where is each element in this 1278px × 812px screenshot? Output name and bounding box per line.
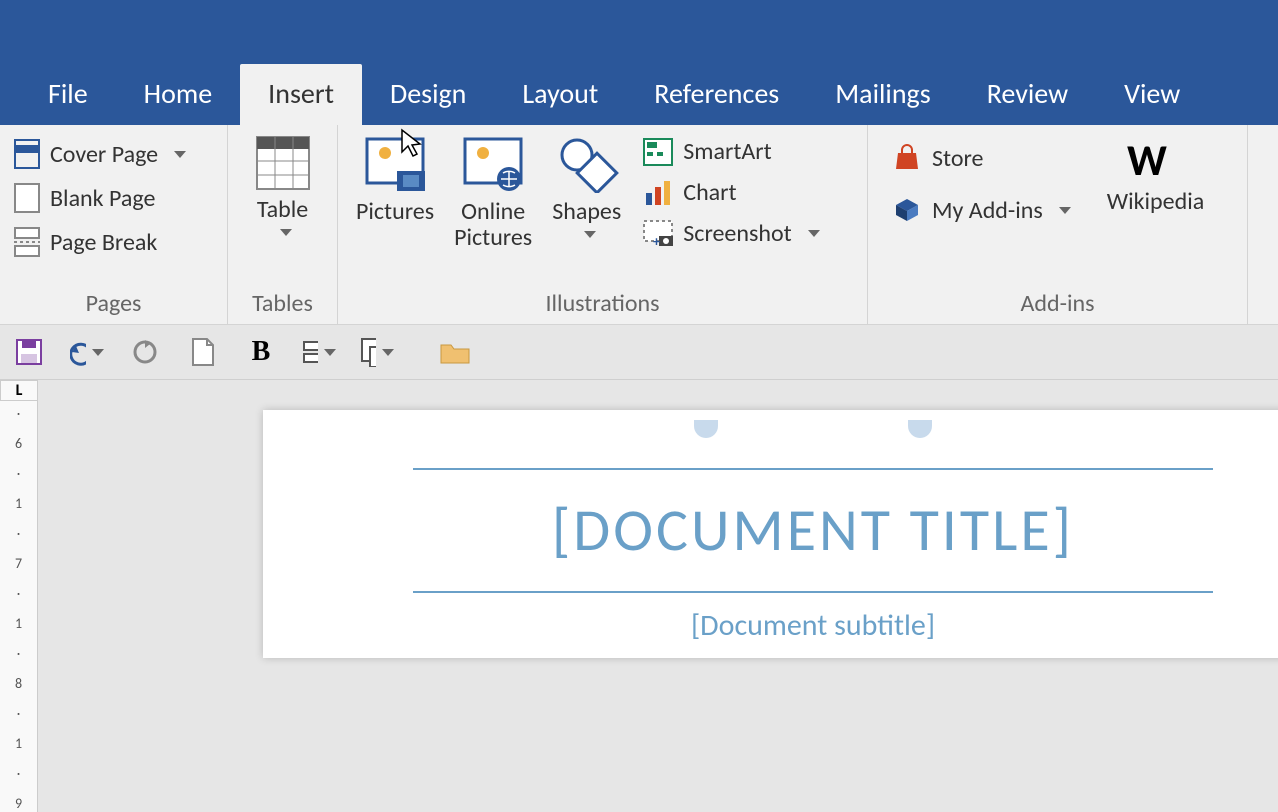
page-break-icon	[14, 227, 40, 257]
tab-mailings[interactable]: Mailings	[807, 64, 958, 125]
undo-icon	[70, 338, 86, 366]
page-area[interactable]: [DOCUMENT TITLE] [Document subtitle]	[38, 380, 1278, 720]
online-pictures-button[interactable]: Online Pictures	[444, 131, 542, 252]
document-subtitle-placeholder[interactable]: [Document subtitle]	[263, 593, 1278, 658]
cover-page-button[interactable]: Cover Page	[8, 137, 192, 171]
my-addins-icon	[892, 195, 922, 225]
open-folder-button[interactable]	[438, 335, 472, 369]
screenshot-label: Screenshot	[683, 219, 791, 248]
group-pages: Cover Page Blank Page Page Break Pages	[0, 125, 228, 324]
group-tables: Table Tables	[228, 125, 338, 324]
quick-access-toolbar: B	[0, 325, 1278, 380]
pictures-label: Pictures	[356, 199, 434, 225]
new-doc-button[interactable]	[186, 335, 220, 369]
chart-icon	[643, 179, 673, 207]
qat-generic-icon-1	[302, 338, 318, 366]
blank-page-icon	[14, 183, 40, 213]
svg-text:+: +	[653, 233, 660, 248]
blank-page-label: Blank Page	[50, 184, 155, 213]
table-icon	[255, 135, 311, 191]
tab-home[interactable]: Home	[116, 64, 241, 125]
repeat-icon	[131, 338, 159, 366]
table-button[interactable]: Table	[245, 131, 321, 236]
tab-references[interactable]: References	[626, 64, 807, 125]
group-illustrations-label: Illustrations	[346, 285, 859, 324]
group-addins: Store My Add-ins W Wikipedia Add-ins	[868, 125, 1248, 324]
bold-button[interactable]: B	[244, 335, 278, 369]
my-addins-button[interactable]: My Add-ins	[886, 193, 1077, 227]
wikipedia-button[interactable]: W Wikipedia	[1097, 131, 1214, 215]
wikipedia-icon: W	[1127, 135, 1183, 183]
pictures-button[interactable]: Pictures	[346, 131, 444, 225]
shapes-icon	[555, 135, 619, 193]
chart-button[interactable]: Chart	[637, 176, 825, 209]
cover-page-label: Cover Page	[50, 140, 158, 169]
tab-review[interactable]: Review	[959, 64, 1096, 125]
smartart-label: SmartArt	[683, 137, 771, 166]
vertical-ruler[interactable]: ·6·1 ·7·1 ·8·1 ·9	[0, 401, 38, 812]
svg-text:W: W	[1127, 135, 1167, 183]
smartart-icon	[643, 138, 673, 166]
qat-split-1[interactable]	[302, 335, 336, 369]
store-icon	[892, 143, 922, 173]
smartart-button[interactable]: SmartArt	[637, 135, 825, 168]
new-doc-icon	[191, 337, 215, 367]
tab-file[interactable]: File	[20, 64, 116, 125]
my-addins-label: My Add-ins	[932, 196, 1043, 225]
cover-page-icon	[14, 139, 40, 169]
ribbon-tabs: File Home Insert Design Layout Reference…	[0, 60, 1278, 125]
online-pictures-label-2: Pictures	[454, 225, 532, 251]
tab-design[interactable]: Design	[362, 64, 494, 125]
pictures-icon	[363, 135, 427, 193]
save-button[interactable]	[12, 335, 46, 369]
ruler-corner: L	[0, 380, 38, 401]
tab-view[interactable]: View	[1096, 64, 1208, 125]
save-icon	[15, 338, 43, 366]
group-pages-label: Pages	[8, 285, 219, 324]
quote-icon	[908, 420, 932, 438]
table-label: Table	[257, 197, 308, 223]
workspace: L ·6·1 ·7·1 ·8·1 ·9 [DOCUMENT TITLE] [Do…	[0, 380, 1278, 720]
store-label: Store	[932, 144, 983, 173]
wikipedia-label: Wikipedia	[1107, 189, 1204, 215]
store-button[interactable]: Store	[886, 141, 1077, 175]
group-tables-label: Tables	[236, 285, 329, 324]
online-pictures-label-1: Online	[461, 199, 525, 225]
shapes-label: Shapes	[552, 199, 621, 225]
screenshot-icon: +	[643, 220, 673, 248]
qat-paste-icon	[360, 337, 376, 367]
shapes-button[interactable]: Shapes	[542, 131, 631, 238]
bold-icon: B	[252, 336, 271, 368]
repeat-button[interactable]	[128, 335, 162, 369]
online-pictures-icon	[461, 135, 525, 193]
tab-insert[interactable]: Insert	[240, 64, 362, 125]
page-break-button[interactable]: Page Break	[8, 225, 192, 259]
ribbon: Cover Page Blank Page Page Break Pages	[0, 125, 1278, 325]
group-addins-label: Add-ins	[876, 285, 1239, 324]
document-page[interactable]: [DOCUMENT TITLE] [Document subtitle]	[263, 410, 1278, 658]
undo-button[interactable]	[70, 335, 104, 369]
tab-layout[interactable]: Layout	[494, 64, 626, 125]
qat-split-2[interactable]	[360, 335, 394, 369]
quote-icon	[694, 420, 718, 438]
quote-decorations	[413, 420, 1213, 438]
titlebar	[0, 0, 1278, 60]
folder-icon	[439, 339, 471, 365]
blank-page-button[interactable]: Blank Page	[8, 181, 192, 215]
screenshot-button[interactable]: + Screenshot	[637, 217, 825, 250]
document-title-placeholder[interactable]: [DOCUMENT TITLE]	[263, 470, 1278, 591]
group-illustrations: Pictures Online Pictures Shapes	[338, 125, 868, 324]
chart-label: Chart	[683, 178, 736, 207]
page-break-label: Page Break	[50, 228, 157, 257]
group-truncated	[1248, 125, 1278, 324]
